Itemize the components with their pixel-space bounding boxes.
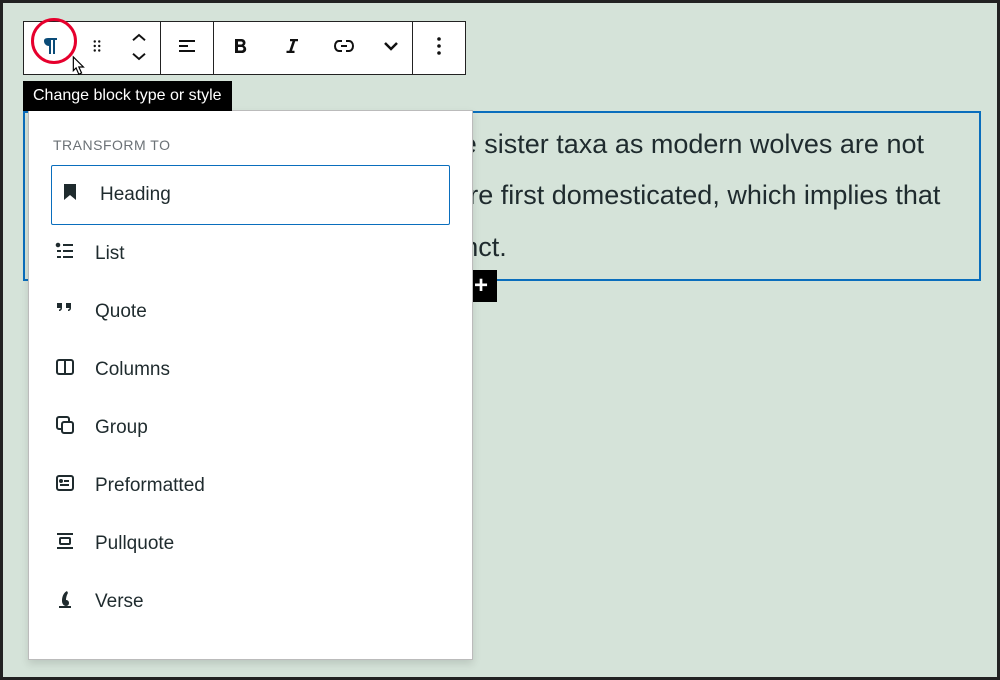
drag-icon	[88, 37, 106, 60]
transform-option-label: List	[95, 243, 125, 265]
verse-icon	[53, 587, 77, 617]
toolbar-group-more	[413, 22, 465, 74]
block-toolbar	[23, 21, 466, 75]
move-block-buttons[interactable]	[118, 22, 160, 74]
transform-option-preformatted[interactable]: Preformatted	[29, 457, 472, 515]
columns-icon	[53, 355, 77, 385]
tooltip: Change block type or style	[23, 81, 232, 111]
drag-handle[interactable]	[76, 22, 118, 74]
toolbar-group-block	[24, 22, 161, 74]
transform-dropdown: Transform to Heading List Quote Columns …	[28, 110, 473, 660]
align-left-icon	[175, 34, 199, 63]
paragraph-icon	[38, 34, 62, 63]
block-type-button[interactable]	[24, 22, 76, 74]
preformatted-icon	[53, 471, 77, 501]
group-icon	[53, 413, 77, 443]
toolbar-group-format	[214, 22, 413, 74]
transform-option-label: Verse	[95, 591, 144, 613]
transform-option-label: Preformatted	[95, 475, 205, 497]
quote-icon	[53, 297, 77, 327]
heading-icon	[58, 180, 82, 210]
transform-option-verse[interactable]: Verse	[29, 573, 472, 631]
align-button[interactable]	[161, 22, 213, 74]
dropdown-title: Transform to	[29, 127, 472, 165]
transform-option-quote[interactable]: Quote	[29, 283, 472, 341]
pullquote-icon	[53, 529, 77, 559]
italic-button[interactable]	[266, 22, 318, 74]
kebab-icon	[427, 34, 451, 63]
transform-option-label: Columns	[95, 359, 170, 381]
link-icon	[332, 34, 356, 63]
transform-option-label: Pullquote	[95, 533, 174, 555]
chevron-down-icon	[379, 34, 403, 63]
toolbar-group-align	[161, 22, 214, 74]
more-format-button[interactable]	[370, 22, 412, 74]
transform-option-columns[interactable]: Columns	[29, 341, 472, 399]
transform-option-heading[interactable]: Heading	[51, 165, 450, 225]
transform-option-label: Heading	[100, 184, 171, 206]
bold-button[interactable]	[214, 22, 266, 74]
transform-option-label: Group	[95, 417, 148, 439]
more-options-button[interactable]	[413, 22, 465, 74]
chevron-down-icon	[130, 48, 148, 66]
transform-option-pullquote[interactable]: Pullquote	[29, 515, 472, 573]
bold-icon	[228, 34, 252, 63]
transform-option-group[interactable]: Group	[29, 399, 472, 457]
transform-option-list[interactable]: List	[29, 225, 472, 283]
italic-icon	[280, 34, 304, 63]
link-button[interactable]	[318, 22, 370, 74]
chevron-up-icon	[130, 30, 148, 48]
list-icon	[53, 239, 77, 269]
transform-option-label: Quote	[95, 301, 147, 323]
